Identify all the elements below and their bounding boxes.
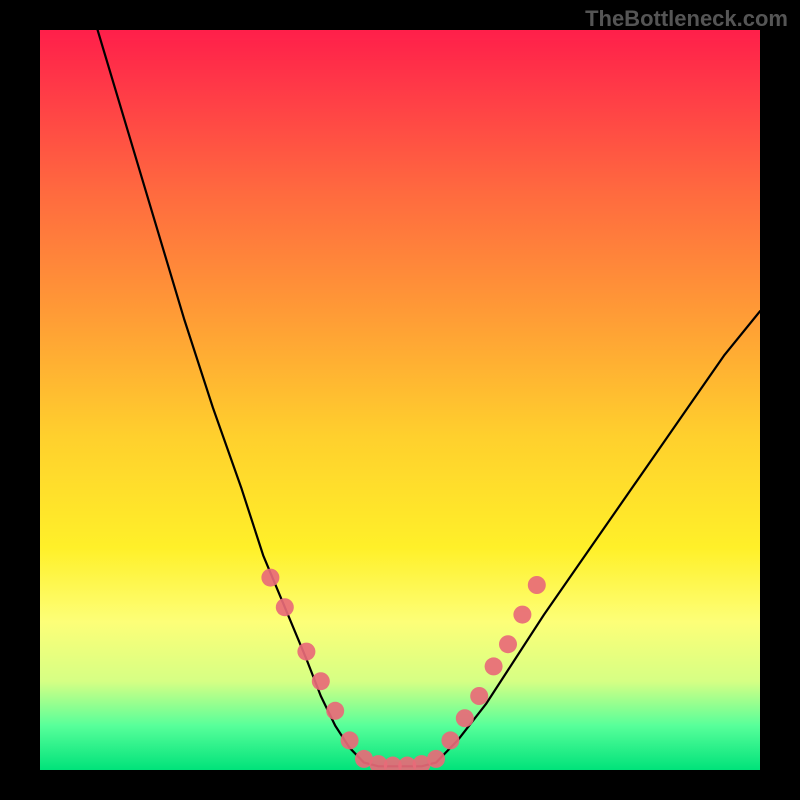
data-point xyxy=(297,643,315,661)
chart-frame: TheBottleneck.com xyxy=(0,0,800,800)
series-group xyxy=(98,30,760,766)
chart-svg xyxy=(40,30,760,770)
data-point xyxy=(312,672,330,690)
data-point xyxy=(528,576,546,594)
marker-group xyxy=(261,569,545,770)
data-point xyxy=(427,750,445,768)
data-point xyxy=(485,657,503,675)
data-point xyxy=(276,598,294,616)
data-point xyxy=(326,702,344,720)
watermark-label: TheBottleneck.com xyxy=(585,6,788,32)
data-point xyxy=(513,606,531,624)
data-point xyxy=(470,687,488,705)
data-point xyxy=(261,569,279,587)
data-point xyxy=(341,731,359,749)
data-point xyxy=(441,731,459,749)
bottleneck-curve xyxy=(98,30,760,766)
data-point xyxy=(456,709,474,727)
data-point xyxy=(499,635,517,653)
